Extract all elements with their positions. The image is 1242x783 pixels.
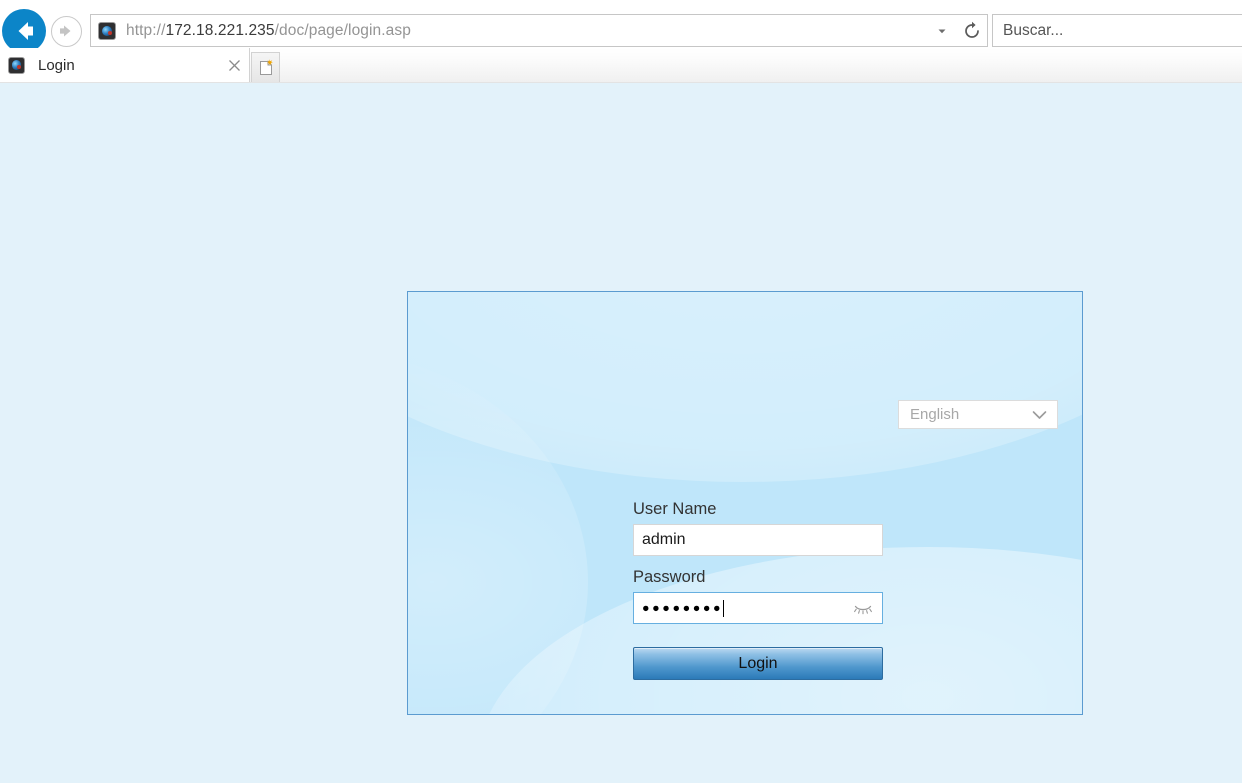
camera-lens-favicon — [98, 21, 116, 40]
login-form: User Name admin Password ●●●●●●●● Login — [633, 499, 885, 680]
back-button[interactable] — [2, 9, 46, 53]
search-placeholder: Buscar... — [1003, 21, 1064, 39]
eye-closed-icon[interactable] — [853, 601, 873, 615]
new-tab-button[interactable] — [251, 52, 280, 82]
url-scheme: http:// — [126, 21, 166, 39]
tab-title: Login — [38, 56, 75, 74]
search-input[interactable]: Buscar... — [992, 14, 1242, 47]
login-panel: English User Name admin Password ●●●●●●●… — [407, 291, 1083, 715]
tab-login[interactable]: Login — [0, 48, 250, 82]
login-button[interactable]: Login — [633, 647, 883, 680]
arrow-left-icon — [18, 22, 33, 40]
url-text: http://172.18.221.235/doc/page/login.asp — [126, 22, 411, 40]
username-input[interactable]: admin — [633, 524, 883, 556]
username-value: admin — [642, 531, 686, 548]
language-select-value: English — [910, 406, 960, 423]
refresh-icon — [965, 21, 979, 38]
login-panel-inner: English User Name admin Password ●●●●●●●… — [408, 292, 1082, 714]
refresh-button[interactable] — [957, 15, 987, 46]
close-icon — [228, 59, 240, 71]
url-path: /doc/page/login.asp — [274, 21, 411, 39]
page-viewport: English User Name admin Password ●●●●●●●… — [0, 83, 1242, 783]
password-input[interactable]: ●●●●●●●● — [633, 592, 883, 624]
text-cursor — [723, 599, 725, 617]
password-value: ●●●●●●●● — [642, 600, 724, 615]
address-bar[interactable]: http://172.18.221.235/doc/page/login.asp — [90, 14, 988, 47]
chevron-down-icon — [1032, 410, 1047, 420]
navigation-buttons — [0, 4, 86, 53]
browser-window: http://172.18.221.235/doc/page/login.asp… — [0, 0, 1242, 783]
forward-button[interactable] — [51, 16, 82, 47]
browser-toolbar: http://172.18.221.235/doc/page/login.asp… — [0, 0, 1242, 53]
caret-down-icon — [938, 29, 946, 33]
tab-close-button[interactable] — [221, 48, 247, 82]
lens-glyph — [11, 60, 21, 70]
language-select[interactable]: English — [898, 400, 1058, 429]
camera-lens-favicon — [8, 56, 25, 74]
new-tab-page-icon — [259, 58, 273, 75]
url-host: 172.18.221.235 — [165, 21, 275, 39]
password-label: Password — [633, 568, 706, 586]
tab-strip: Login — [0, 48, 1242, 83]
arrow-right-icon — [60, 25, 71, 37]
address-dropdown-button[interactable] — [931, 15, 953, 46]
lens-glyph — [102, 25, 112, 36]
username-label: User Name — [633, 500, 717, 518]
